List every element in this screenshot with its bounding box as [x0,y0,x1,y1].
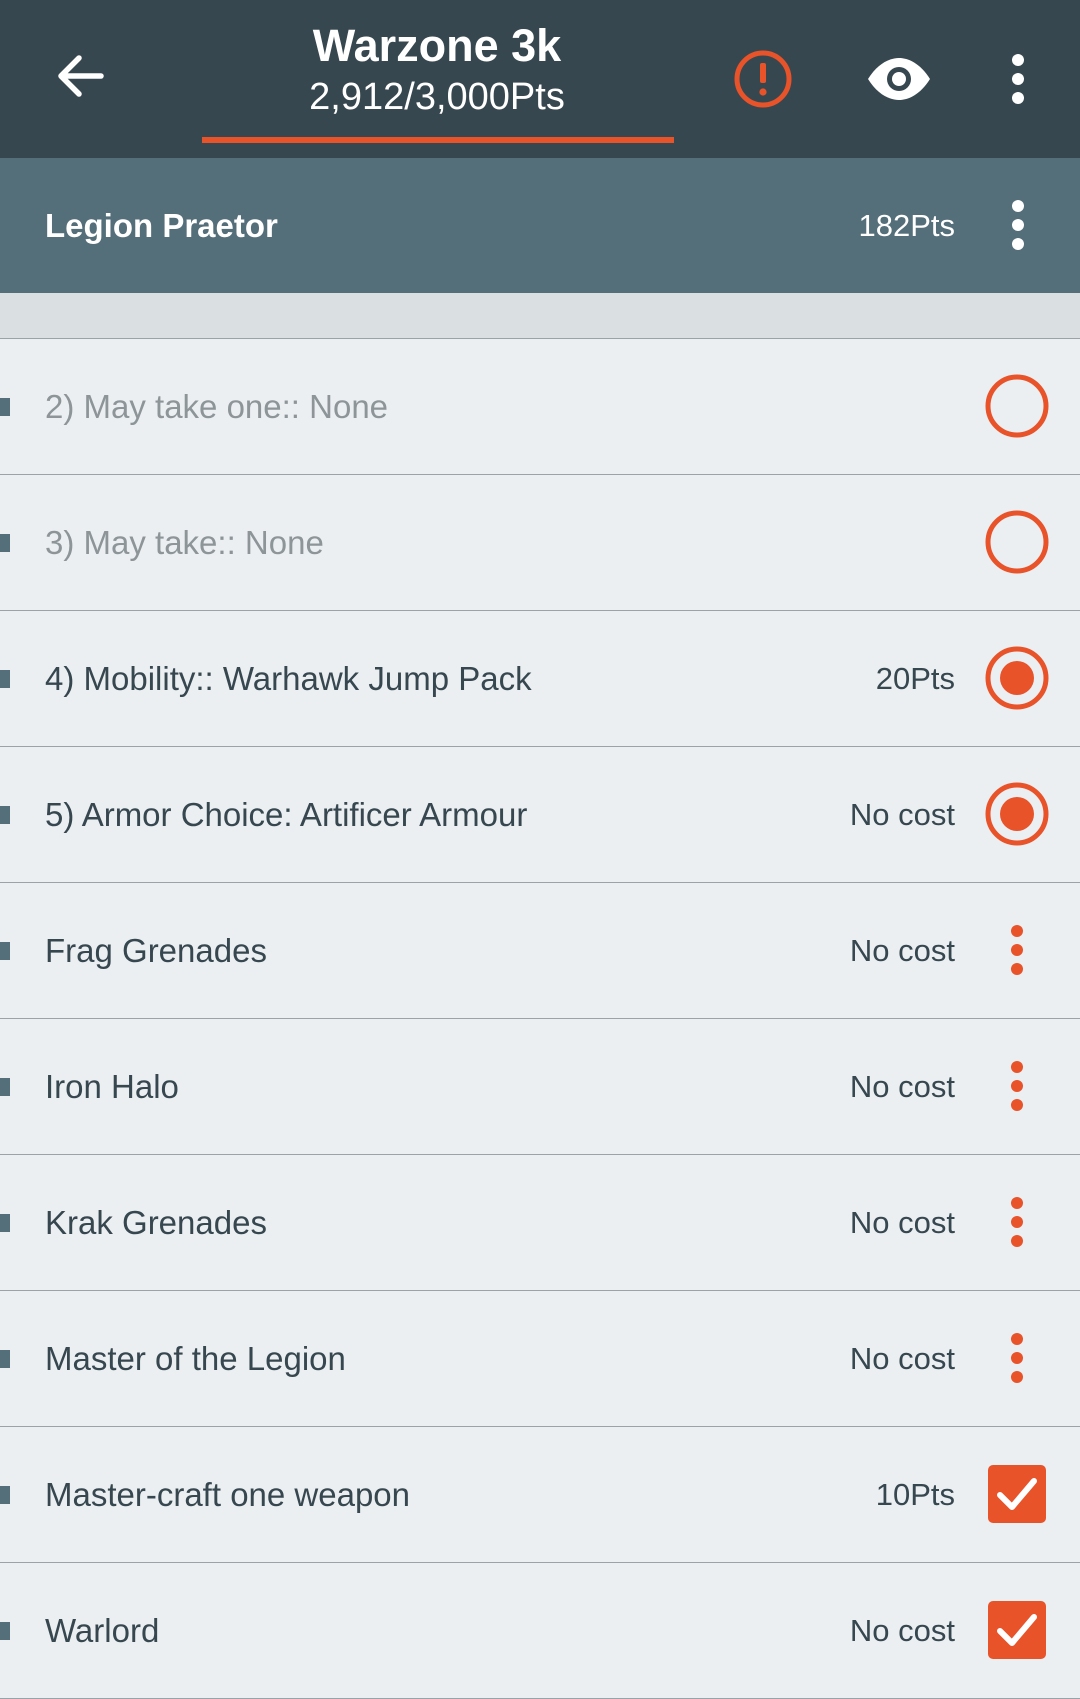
checkbox-checked-icon [988,1465,1046,1523]
row-marker [0,1350,10,1368]
points-total: 2,912/3,000Pts [309,76,565,118]
option-row-4-mobility-warhawk-jump-pack[interactable]: 4) Mobility:: Warhawk Jump Pack 20Pts [0,611,1080,747]
more-vert-icon [1011,925,1023,975]
unit-header[interactable]: Legion Praetor 182Pts [0,158,1080,293]
list-title: Warzone 3k [312,20,562,71]
checkbox-checked[interactable] [972,1449,1062,1539]
radio-button-unselected[interactable] [972,361,1062,451]
arrow-left-icon [58,55,104,97]
checkbox-checked-icon [988,1601,1046,1659]
option-label: 2) May take one:: None [45,388,389,425]
option-label: Iron Halo [45,1068,179,1105]
option-label: Warlord [45,1612,160,1649]
list-title-block[interactable]: Warzone 3k 2,912/3,000Pts [202,18,672,120]
radio-checked-icon [985,646,1049,710]
visibility-button[interactable] [854,34,944,124]
radio-button-unselected[interactable] [972,497,1062,587]
option-cost: 10Pts [875,1477,955,1512]
unit-name: Legion Praetor [45,207,278,244]
radio-unchecked-icon [985,374,1049,438]
more-vert-icon [1011,1333,1023,1383]
radio-button-selected[interactable] [972,633,1062,723]
option-cost: No cost [849,1613,955,1648]
option-label: Master of the Legion [45,1340,346,1377]
back-button[interactable] [40,36,120,116]
option-cost: No cost [849,1205,955,1240]
warning-button[interactable] [718,34,808,124]
radio-checked-icon [985,782,1049,846]
option-menu-button[interactable] [972,1041,1062,1131]
row-marker [0,1622,10,1640]
option-cost: No cost [849,1069,955,1104]
option-row-frag-grenades[interactable]: Frag Grenades No cost [0,883,1080,1019]
option-menu-button[interactable] [972,1313,1062,1403]
more-vert-icon [1012,200,1024,250]
more-vert-icon [1011,1061,1023,1111]
row-marker [0,1078,10,1096]
option-row-master-of-the-legion[interactable]: Master of the Legion No cost [0,1291,1080,1427]
option-label: 5) Armor Choice: Artificer Armour [45,796,528,833]
option-cost: 20Pts [875,661,955,696]
unit-points: 182Pts [858,208,955,243]
option-row-krak-grenades[interactable]: Krak Grenades No cost [0,1155,1080,1291]
row-marker [0,942,10,960]
alert-circle-icon [734,50,792,108]
overflow-menu-button[interactable] [973,34,1063,124]
option-row-3-may-take-none[interactable]: 3) May take:: None [0,475,1080,611]
option-cost: No cost [849,933,955,968]
option-row-2-may-take-one-none[interactable]: 2) May take one:: None [0,339,1080,475]
points-progress-bar [202,137,674,143]
option-row-5-armor-choice-artificer-armour[interactable]: 5) Armor Choice: Artificer Armour No cost [0,747,1080,883]
unit-menu-button[interactable] [973,180,1063,270]
more-vert-icon [1011,1197,1023,1247]
option-menu-button[interactable] [972,905,1062,995]
option-row-warlord[interactable]: Warlord No cost [0,1563,1080,1699]
option-label: Frag Grenades [45,932,267,969]
option-label: Krak Grenades [45,1204,267,1241]
eye-icon [868,58,930,100]
row-marker [0,670,10,688]
option-row-master-craft-one-weapon[interactable]: Master-craft one weapon 10Pts [0,1427,1080,1563]
option-cost: No cost [849,1341,955,1376]
row-marker [0,806,10,824]
option-label: Master-craft one weapon [45,1476,411,1513]
row-marker [0,398,10,416]
app-bar: Warzone 3k 2,912/3,000Pts [0,0,1080,158]
option-label: 3) May take:: None [45,524,324,561]
checkbox-checked[interactable] [972,1585,1062,1675]
option-menu-button[interactable] [972,1177,1062,1267]
radio-unchecked-icon [985,510,1049,574]
section-spacer [0,293,1080,339]
row-marker [0,1214,10,1232]
more-vert-icon [1012,54,1024,104]
option-row-iron-halo[interactable]: Iron Halo No cost [0,1019,1080,1155]
radio-button-selected[interactable] [972,769,1062,859]
row-marker [0,534,10,552]
row-marker [0,1486,10,1504]
option-cost: No cost [849,797,955,832]
option-label: 4) Mobility:: Warhawk Jump Pack [45,660,532,697]
options-list: 2) May take one:: None3) May take:: None… [0,339,1080,1699]
